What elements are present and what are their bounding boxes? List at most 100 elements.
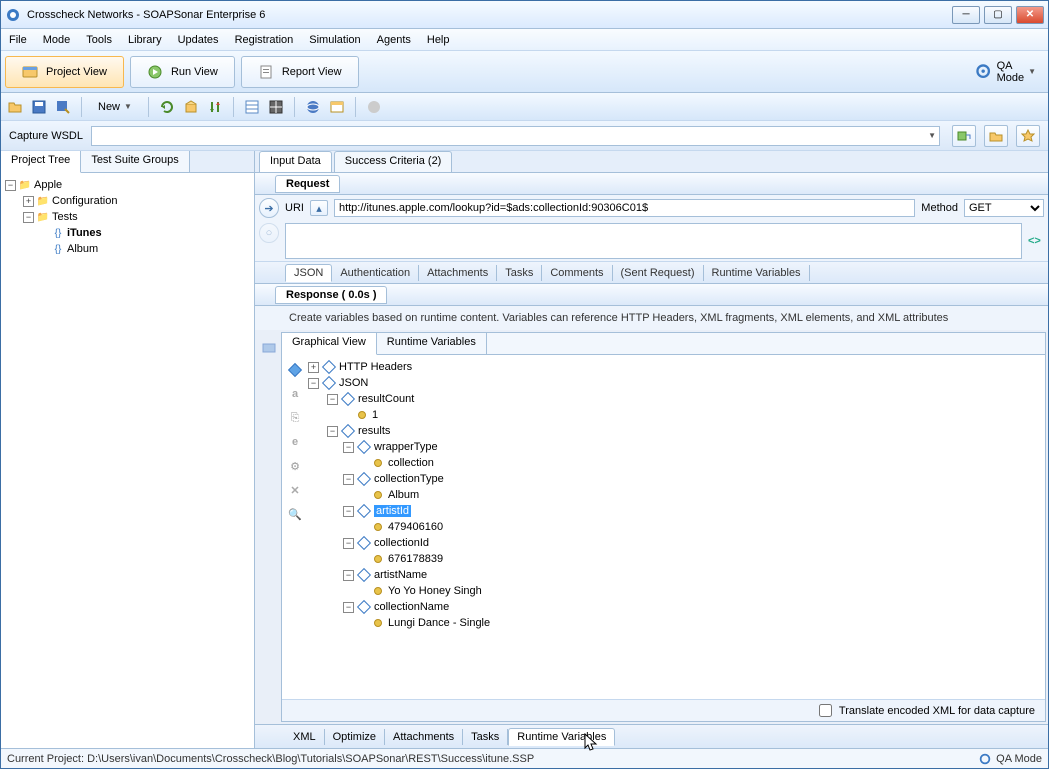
bottab-runtime[interactable]: Runtime Variables [508, 728, 615, 746]
tab-project-tree[interactable]: Project Tree [1, 151, 81, 173]
sort-icon[interactable] [207, 99, 223, 115]
globe-icon[interactable] [305, 99, 321, 115]
grid1-icon[interactable] [244, 99, 260, 115]
save-icon[interactable] [31, 99, 47, 115]
gtool-e-icon[interactable]: e [288, 435, 302, 449]
uri-input[interactable] [334, 199, 915, 217]
send-icon[interactable]: ➔ [259, 198, 279, 218]
tree-expander[interactable]: + [23, 196, 34, 207]
gnode-results[interactable]: results [358, 425, 390, 437]
tree-itunes[interactable]: iTunes [67, 227, 102, 239]
method-select[interactable]: GET [964, 199, 1044, 217]
menu-registration[interactable]: Registration [235, 34, 294, 46]
menu-simulation[interactable]: Simulation [309, 34, 360, 46]
gtool-search-icon[interactable]: 🔍 [288, 507, 302, 521]
wsdl-input[interactable] [91, 126, 940, 146]
menu-agents[interactable]: Agents [377, 34, 411, 46]
translate-checkbox[interactable] [819, 704, 832, 717]
subtab-sent[interactable]: (Sent Request) [613, 265, 704, 281]
gtool-x-icon[interactable]: ✕ [288, 483, 302, 497]
subtab-runtime[interactable]: Runtime Variables [704, 265, 810, 281]
gnode-json[interactable]: JSON [339, 377, 368, 389]
menu-help[interactable]: Help [427, 34, 450, 46]
gnode-collectiontype-val[interactable]: Album [388, 489, 419, 501]
gtool-copy-icon[interactable]: ⎘ [288, 411, 302, 425]
tree-config[interactable]: Configuration [52, 195, 117, 207]
gnode-artistname[interactable]: artistName [374, 569, 427, 581]
graphical-tree[interactable]: +HTTP Headers −JSON −resultCount 1 −resu… [308, 359, 1041, 695]
menu-mode[interactable]: Mode [43, 34, 71, 46]
wsdl-btn-3[interactable] [1016, 125, 1040, 147]
gnode-collectionid[interactable]: collectionId [374, 537, 429, 549]
package-icon[interactable] [183, 99, 199, 115]
gnode-wrappertype[interactable]: wrapperType [374, 441, 438, 453]
code-icon[interactable]: <> [1028, 235, 1044, 247]
gnode-resultcount[interactable]: resultCount [358, 393, 414, 405]
gtool-gear-icon[interactable]: ⚙ [288, 459, 302, 473]
report-view-button[interactable]: Report View [241, 56, 359, 88]
status-mode: QA Mode [996, 753, 1042, 765]
table-icon[interactable] [329, 99, 345, 115]
subtab-json[interactable]: JSON [285, 264, 332, 282]
minimize-button[interactable]: ─ [952, 6, 980, 24]
gnode-resultcount-val[interactable]: 1 [372, 409, 378, 421]
gnode-collectionid-val[interactable]: 676178839 [388, 553, 443, 565]
gnode-artistid[interactable]: artistId [374, 505, 411, 517]
report-view-icon [258, 64, 274, 80]
menu-updates[interactable]: Updates [178, 34, 219, 46]
wsdl-dropdown-icon[interactable]: ▼ [928, 131, 936, 140]
folder-icon: 📁 [36, 210, 50, 224]
qa-mode-indicator[interactable]: QA Mode ▼ [974, 60, 1044, 84]
refresh-icon[interactable] [159, 99, 175, 115]
tree-album[interactable]: Album [67, 243, 98, 255]
gnode-collectionname[interactable]: collectionName [374, 601, 449, 613]
body-icon[interactable]: ○ [259, 223, 279, 243]
menu-tools[interactable]: Tools [86, 34, 112, 46]
toolbar: New ▼ [1, 93, 1048, 121]
bottab-xml[interactable]: XML [285, 729, 325, 745]
tool-icon[interactable] [261, 340, 277, 356]
new-button[interactable]: New ▼ [92, 99, 138, 115]
subtab-comments[interactable]: Comments [542, 265, 612, 281]
gtool-diamond-icon[interactable] [288, 363, 302, 377]
uri-collapse-icon[interactable]: ▴ [310, 200, 328, 216]
gnode-artistid-val[interactable]: 479406160 [388, 521, 443, 533]
grid2-icon[interactable] [268, 99, 284, 115]
project-view-button[interactable]: Project View [5, 56, 124, 88]
new-label: New [98, 101, 120, 113]
run-view-button[interactable]: Run View [130, 56, 235, 88]
save-as-icon[interactable] [55, 99, 71, 115]
wsdl-btn-2[interactable] [984, 125, 1008, 147]
gnode-http[interactable]: HTTP Headers [339, 361, 412, 373]
menu-library[interactable]: Library [128, 34, 162, 46]
wsdl-btn-1[interactable] [952, 125, 976, 147]
tab-graphical-view[interactable]: Graphical View [282, 333, 377, 355]
stop-icon[interactable] [366, 99, 382, 115]
tree-tests[interactable]: Tests [52, 211, 78, 223]
bottab-tasks[interactable]: Tasks [463, 729, 508, 745]
request-body[interactable] [285, 223, 1022, 259]
gnode-collectionname-val[interactable]: Lungi Dance - Single [388, 617, 490, 629]
tree-expander[interactable]: − [5, 180, 16, 191]
open-icon[interactable] [7, 99, 23, 115]
subtab-attach[interactable]: Attachments [419, 265, 497, 281]
gtool-a-icon[interactable]: a [288, 387, 302, 401]
maximize-button[interactable]: ▢ [984, 6, 1012, 24]
tree-expander[interactable]: − [23, 212, 34, 223]
tab-runtime-variables[interactable]: Runtime Variables [377, 333, 487, 354]
tree-root[interactable]: Apple [34, 179, 62, 191]
bottab-optimize[interactable]: Optimize [325, 729, 385, 745]
gnode-collectiontype[interactable]: collectionType [374, 473, 444, 485]
tab-test-suite-groups[interactable]: Test Suite Groups [81, 151, 189, 172]
tab-input-data[interactable]: Input Data [259, 151, 332, 172]
viewbar: Project View Run View Report View QA Mod… [1, 51, 1048, 93]
bottab-attach[interactable]: Attachments [385, 729, 463, 745]
close-button[interactable]: ✕ [1016, 6, 1044, 24]
subtab-auth[interactable]: Authentication [332, 265, 419, 281]
uri-label: URI [285, 202, 304, 214]
tab-success-criteria[interactable]: Success Criteria (2) [334, 151, 453, 172]
menu-file[interactable]: File [9, 34, 27, 46]
gnode-artistname-val[interactable]: Yo Yo Honey Singh [388, 585, 482, 597]
gnode-wrappertype-val[interactable]: collection [388, 457, 434, 469]
subtab-tasks[interactable]: Tasks [497, 265, 542, 281]
